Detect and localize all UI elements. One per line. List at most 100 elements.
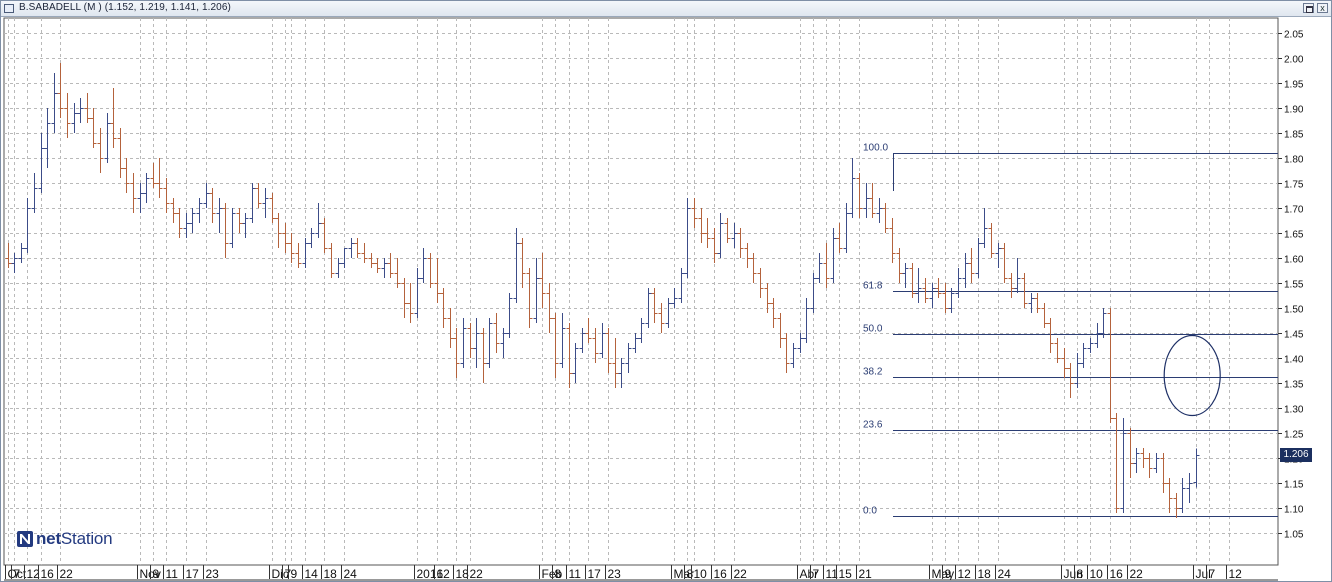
ohlc-bar [24,198,31,253]
ohlc-bar [249,183,256,223]
ohlc-bar [691,198,698,228]
ohlc-bar [1067,363,1074,398]
ohlc-bar [1041,303,1048,328]
ohlc-bar [361,243,368,263]
ohlc-bar [995,243,1002,268]
ohlc-bar [684,198,691,278]
fib-level-label: 0.0 [863,506,877,517]
y-tick-label: 2.00 [1284,55,1304,66]
x-tick-label: 7 [813,567,820,581]
ohlc-bar [18,243,25,263]
ohlc-bar [777,313,784,348]
ohlc-bar [968,248,975,283]
ohlc-bar [678,268,685,303]
price-axis[interactable]: 2.05 2.00 1.95 1.90 1.85 1.80 1.75 1.70 1.65 1.60… [1278,30,1304,541]
ohlc-bar [170,198,177,223]
ohlc-bar [539,253,546,308]
ohlc-bar [1087,338,1094,353]
ohlc-bar [308,228,315,248]
x-tick-label: 21 [859,567,873,581]
x-tick-label: 22 [734,567,748,581]
logo-text-bold: net [36,529,61,548]
logo-text-normal: Station [60,529,113,548]
ohlc-bar [770,298,777,328]
ohlc-bar [559,313,566,368]
x-tick-label: 24 [998,567,1012,581]
ohlc-bar [374,258,381,273]
ohlc-bar [176,208,183,238]
ohlc-bar [183,213,190,238]
ohlc-bar [1028,293,1035,313]
ohlc-bar [216,198,223,233]
y-tick-label: 1.40 [1284,355,1304,366]
ohlc-bar [420,248,427,283]
ohlc-bar [203,183,210,208]
ohlc-bar [1107,308,1114,423]
ohlc-bar [31,173,38,213]
price-chart[interactable]: 100.0 61.8 50.0 38.2 23.6 0.0 2.05 2.00 1.95 1.9… [1,1,1331,581]
ohlc-bar [255,183,262,208]
y-tick-label: 2.05 [1284,30,1304,41]
x-tick-label: 12 [437,567,451,581]
ohlc-bar [38,133,45,193]
ohlc-bar [453,328,460,378]
ohlc-bar [486,318,493,368]
ohlc-bar [731,223,738,248]
y-tick-label: 1.15 [1284,480,1304,491]
ohlc-bar [863,183,870,218]
x-tick-label: 9 [153,567,160,581]
ohlc-bar [869,183,876,218]
ohlc-bar [64,93,71,138]
ohlc-bar [368,253,375,268]
ohlc-bar [750,253,757,283]
ohlc-bar [11,253,18,273]
ohlc-bar [1160,453,1167,493]
ohlc-bar [836,223,843,253]
ohlc-bar [1113,413,1120,513]
ohlc-bar [236,208,243,233]
ohlc-bar [790,343,797,368]
ohlc-bar [242,213,249,238]
fibonacci-retracement: 100.0 61.8 50.0 38.2 23.6 0.0 [863,143,1278,517]
y-tick-label: 1.45 [1284,330,1304,341]
ohlc-bar [77,98,84,123]
annotation-ellipse [1163,334,1221,417]
x-tick-label: 23 [206,567,220,581]
ohlc-bar [1100,308,1107,338]
x-tick-label: 14 [305,567,319,581]
ohlc-bar [698,208,705,243]
x-tick-label: 24 [344,567,358,581]
y-tick-label: 1.75 [1284,180,1304,191]
ohlc-bar [856,173,863,218]
ohlc-bar [467,323,474,358]
ohlc-bar [704,218,711,248]
ohlc-bar [513,228,520,303]
ohlc-bar [196,198,203,223]
ohlc-bar [1008,273,1015,298]
ohlc-bar [929,283,936,308]
ohlc-bar [321,218,328,253]
chart-annotations [1163,334,1221,417]
ohlc-bar [797,333,804,353]
ohlc-bar [1094,323,1101,348]
ohlc-bar [104,113,111,163]
ohlc-bar [44,108,51,168]
y-tick-label: 1.60 [1284,255,1304,266]
ohlc-bar [764,283,771,313]
x-tick-label: 10 [694,567,708,581]
ohlc-bar [724,218,731,243]
ohlc-bar [1146,453,1153,478]
x-tick-label: 11 [569,567,582,581]
ohlc-bar [209,188,216,223]
ohlc-bar [123,158,130,193]
x-tick-label: 18 [324,567,338,581]
ohlc-bar [282,223,289,253]
ohlc-bar [665,298,672,328]
x-tick-label: 11 [166,567,179,581]
x-tick-label: 12 [958,567,972,581]
ohlc-bar [909,263,916,298]
time-axis[interactable]: Oct7 12 16 22 Nov9 11 17 23 Dic7 9 14 18 24 201612 18 2… [4,565,1278,581]
x-tick-label: 10 [1090,567,1104,581]
ohlc-bar [658,303,665,333]
ohlc-bar [1153,453,1160,473]
